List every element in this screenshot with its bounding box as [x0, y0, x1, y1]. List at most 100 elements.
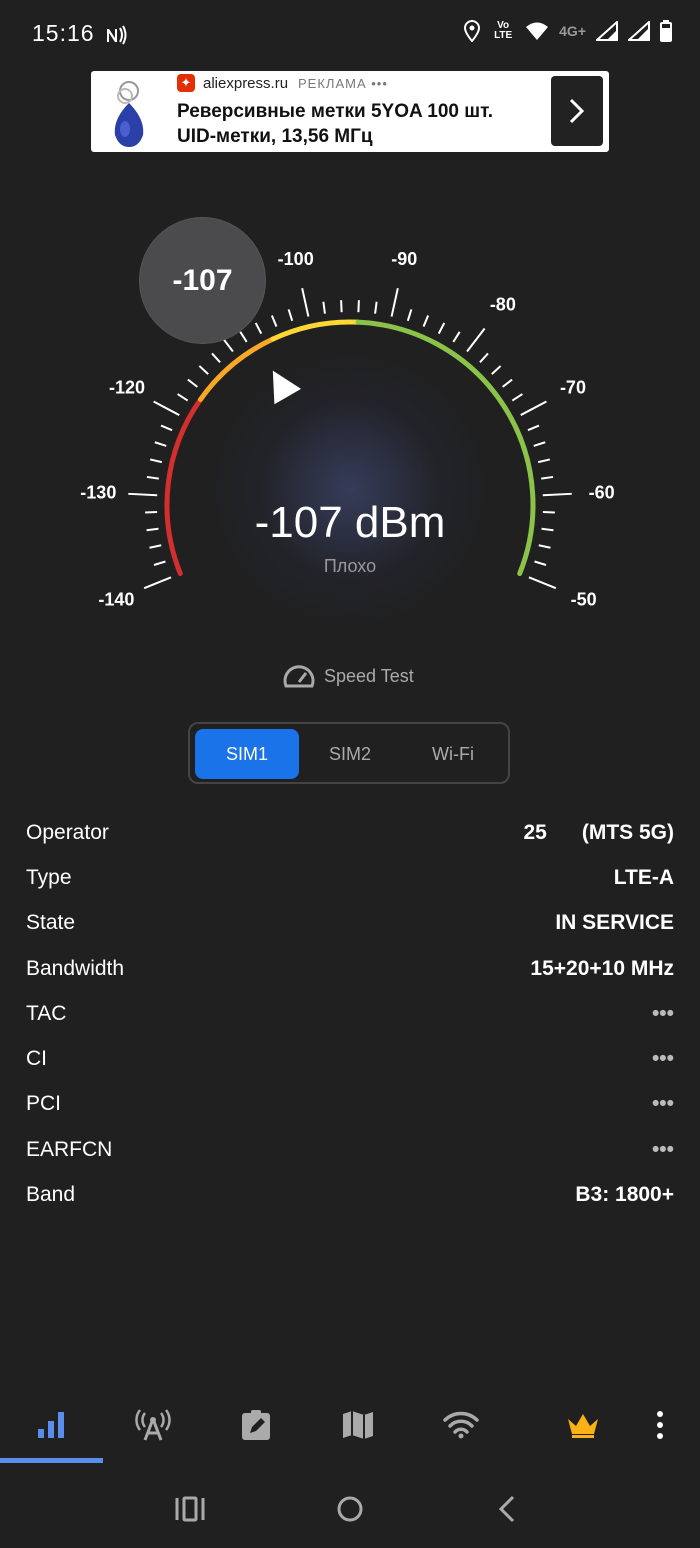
info-value: 25 (MTS 5G) — [523, 821, 674, 844]
wifi-icon — [443, 1411, 479, 1439]
info-row-pci: PCI ••• — [26, 1092, 674, 1122]
gauge-minor-tick — [177, 393, 189, 402]
nav-active-indicator — [0, 1458, 103, 1463]
info-key: PCI — [26, 1092, 62, 1115]
gauge-arc-weak — [198, 336, 276, 402]
nav-signal[interactable] — [31, 1405, 71, 1445]
crown-icon — [568, 1414, 598, 1438]
nav-map[interactable] — [338, 1405, 378, 1445]
speedometer-icon — [283, 665, 315, 688]
gauge-major-tick — [466, 327, 486, 353]
tab-sim1[interactable]: SIM1 — [195, 729, 299, 779]
nav-tower[interactable] — [133, 1405, 173, 1445]
sim-selector: SIM1 SIM2 Wi-Fi — [188, 722, 510, 784]
signal-bars-icon — [38, 1412, 64, 1438]
gauge-minor-tick — [533, 441, 546, 447]
back-icon — [498, 1495, 515, 1523]
gauge-tick-label: -90 — [391, 249, 417, 269]
gauge-minor-tick — [437, 322, 446, 335]
gauge-major-tick — [128, 492, 158, 497]
nav-more[interactable] — [640, 1405, 680, 1445]
info-value: LTE-A — [613, 866, 674, 889]
recents-icon — [175, 1496, 205, 1522]
gauge-minor-tick — [160, 424, 173, 432]
gauge-tick-label: -80 — [490, 295, 516, 315]
gauge-major-tick — [143, 576, 172, 590]
gauge-major-tick — [153, 400, 180, 416]
gauge-tick-label: -50 — [571, 589, 597, 609]
gauge-minor-tick — [491, 365, 502, 375]
gauge-minor-tick — [374, 301, 378, 314]
map-icon — [343, 1411, 373, 1439]
info-row-bandwidth: Bandwidth 15+20+10 MHz — [26, 957, 674, 987]
gauge-major-tick — [520, 400, 547, 416]
gauge-minor-tick — [254, 322, 263, 335]
tower-icon — [135, 1409, 171, 1441]
nav-wifi[interactable] — [441, 1405, 481, 1445]
info-value: B3: 1800+ — [575, 1183, 674, 1206]
info-key: State — [26, 911, 76, 934]
info-row-earfcn: EARFCN ••• — [26, 1138, 674, 1168]
info-value: IN SERVICE — [555, 911, 674, 934]
info-value: ••• — [651, 1047, 674, 1070]
gauge-minor-tick — [287, 309, 294, 322]
gauge-minor-tick — [541, 475, 554, 480]
gauge-minor-tick — [340, 300, 343, 313]
info-key: EARFCN — [26, 1138, 113, 1161]
gauge-minor-tick — [502, 378, 513, 388]
gauge-minor-tick — [270, 315, 278, 327]
gauge-minor-tick — [406, 309, 413, 322]
info-key: Band — [26, 1183, 76, 1206]
gauge-minor-tick — [154, 441, 167, 447]
info-value: ••• — [651, 1092, 674, 1115]
gauge-tick-label: -100 — [278, 249, 314, 269]
tab-wifi[interactable]: Wi-Fi — [401, 729, 505, 779]
gauge-tick-label: -120 — [109, 378, 145, 398]
gauge-minor-tick — [452, 331, 461, 343]
speed-test-label: Speed Test — [324, 665, 414, 686]
info-row-operator: Operator 25 (MTS 5G) — [26, 821, 674, 851]
tab-sim2[interactable]: SIM2 — [298, 729, 402, 779]
more-vert-icon — [657, 1411, 663, 1439]
info-row-tac: TAC ••• — [26, 1002, 674, 1032]
gauge-minor-tick — [149, 458, 163, 464]
home-icon — [337, 1496, 363, 1522]
gauge-minor-tick — [146, 475, 159, 480]
gauge-minor-tick — [239, 331, 248, 343]
home-button[interactable] — [336, 1495, 364, 1528]
info-key: TAC — [26, 1002, 67, 1025]
gauge-tick-label: -140 — [98, 589, 134, 609]
nav-log[interactable] — [236, 1405, 276, 1445]
info-row-ci: CI ••• — [26, 1047, 674, 1077]
system-nav-bar — [0, 1478, 700, 1548]
info-value: ••• — [651, 1002, 674, 1025]
gauge-major-tick — [390, 288, 399, 317]
gauge-minor-tick — [537, 458, 551, 464]
signal-quality: Плохо — [323, 556, 377, 576]
back-button[interactable] — [497, 1495, 517, 1528]
gauge-major-tick — [301, 288, 310, 317]
info-row-type: Type LTE-A — [26, 866, 674, 896]
value-bubble: -107 — [139, 217, 266, 344]
info-key: Bandwidth — [26, 957, 125, 980]
gauge-minor-tick — [357, 300, 360, 313]
gauge-tick-label: -70 — [560, 378, 586, 398]
info-key: Type — [26, 866, 72, 889]
nav-premium[interactable] — [563, 1405, 603, 1445]
info-value: 15+20+10 MHz — [530, 957, 674, 980]
gauge-minor-tick — [479, 352, 489, 363]
speed-test-button[interactable]: Speed Test — [282, 662, 414, 690]
gauge-minor-tick — [527, 424, 540, 432]
gauge-minor-tick — [198, 365, 209, 375]
info-value: ••• — [651, 1138, 674, 1161]
bottom-nav — [0, 1385, 700, 1465]
gauge-pointer-icon — [272, 370, 302, 405]
gauge-minor-tick — [511, 393, 523, 402]
gauge-minor-tick — [211, 352, 221, 363]
gauge-minor-tick — [322, 301, 326, 314]
gauge-major-tick — [528, 576, 557, 590]
info-key: CI — [26, 1047, 47, 1070]
recents-button[interactable] — [175, 1496, 205, 1527]
gauge-major-tick — [542, 492, 572, 497]
info-row-band: Band B3: 1800+ — [26, 1183, 674, 1213]
